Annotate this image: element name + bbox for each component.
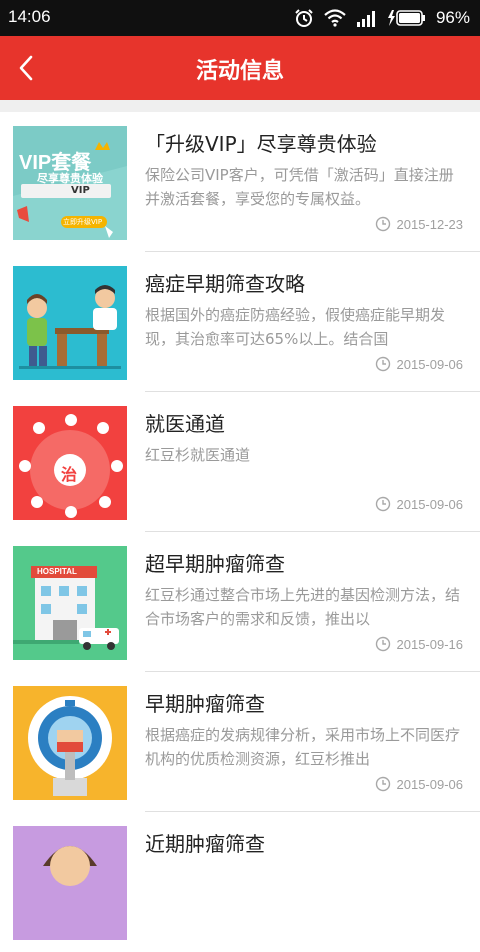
vip-thumbnail: VIP套餐 尽享尊贵体验 VIP 立即升级VIP (13, 126, 127, 240)
list-item[interactable]: 癌症早期筛查攻略 根据国外的癌症防癌经验，假使癌症能早期发现，其治愈率可达65%… (0, 252, 480, 392)
item-date-text: 2015-09-16 (396, 636, 464, 652)
hospital-sign: HOSPITAL (37, 567, 77, 576)
doctor-consult-thumbnail (13, 266, 127, 380)
item-title: 「升级VIP」尽享尊贵体验 (145, 132, 377, 156)
page-title: 活动信息 (195, 59, 284, 84)
clock-icon (375, 216, 390, 232)
item-title: 癌症早期筛查攻略 (145, 272, 305, 296)
item-date: 2015-12-23 (375, 216, 464, 232)
item-title: 近期肿瘤筛查 (145, 832, 265, 856)
alarm-icon (295, 9, 313, 27)
status-bar: 14:06 96% (0, 0, 480, 36)
item-date-text: 2015-09-06 (396, 496, 464, 512)
signal-icon (356, 11, 375, 27)
battery-percent: 96% (435, 8, 470, 27)
vip-thumb-badge: VIP (71, 185, 90, 196)
clock-icon (375, 636, 390, 652)
item-description: 根据癌症的发病规律分析，采用市场上不同医疗机构的优质检测资源，红豆杉推出 (145, 726, 461, 768)
item-date: 2015-09-06 (375, 496, 464, 512)
list-item[interactable]: VIP套餐 尽享尊贵体验 VIP 立即升级VIP 「升级VIP」尽享尊贵体验 保… (0, 112, 480, 252)
clock-icon (375, 356, 390, 372)
status-time: 14:06 (8, 7, 51, 26)
item-date: 2015-09-16 (375, 636, 464, 652)
vip-thumb-subtitle: 尽享尊贵体验 (37, 172, 103, 185)
item-date-text: 2015-09-06 (396, 356, 464, 372)
item-date: 2015-09-06 (375, 776, 464, 792)
hospital-thumbnail: HOSPITAL (13, 546, 127, 660)
item-date-text: 2015-09-06 (396, 776, 464, 792)
item-description: 保险公司VIP客户，可凭借「激活码」直接注册并激活套餐，享受您的专属权益。 (145, 166, 454, 208)
status-icons: 96% (294, 7, 470, 29)
list-item[interactable]: 治 就医通道 红豆杉就医通道 2015-09-06 (0, 392, 480, 532)
list-item[interactable]: 早期肿瘤筛查 根据癌症的发病规律分析，采用市场上不同医疗机构的优质检测资源，红豆… (0, 672, 480, 812)
item-date-text: 2015-12-23 (396, 216, 464, 232)
vip-thumb-button: 立即升级VIP (63, 218, 103, 226)
channel-thumb-label: 治 (61, 465, 78, 484)
item-description: 根据国外的癌症防癌经验，假使癌症能早期发现，其治愈率可达65%以上。结合国 (145, 306, 446, 348)
item-description: 红豆杉通过整合市场上先进的基因检测方法，结合市场客户的需求和反馈，推出以 (145, 586, 461, 628)
header-divider (0, 100, 480, 112)
ct-scanner-thumbnail (13, 686, 127, 800)
wifi-icon (324, 9, 346, 27)
medical-channel-thumbnail: 治 (13, 406, 127, 520)
item-title: 早期肿瘤筛查 (145, 692, 265, 716)
clock-icon (375, 496, 390, 512)
list-item[interactable]: HOSPITAL 超早期肿瘤筛查 红豆杉通过整合市场上先进的基因检测方法，结合市… (0, 532, 480, 672)
activity-list: VIP套餐 尽享尊贵体验 VIP 立即升级VIP 「升级VIP」尽享尊贵体验 保… (0, 112, 480, 952)
list-item[interactable]: 近期肿瘤筛查 (0, 812, 480, 952)
item-title: 就医通道 (145, 412, 225, 436)
item-title: 超早期肿瘤筛查 (145, 552, 285, 576)
app-bar: 活动信息 (0, 36, 480, 100)
battery-charging-icon (387, 10, 425, 26)
item-date: 2015-09-06 (375, 356, 464, 372)
recent-screening-thumbnail (13, 826, 127, 940)
item-description: 红豆杉就医通道 (145, 446, 251, 464)
clock-icon (375, 776, 390, 792)
